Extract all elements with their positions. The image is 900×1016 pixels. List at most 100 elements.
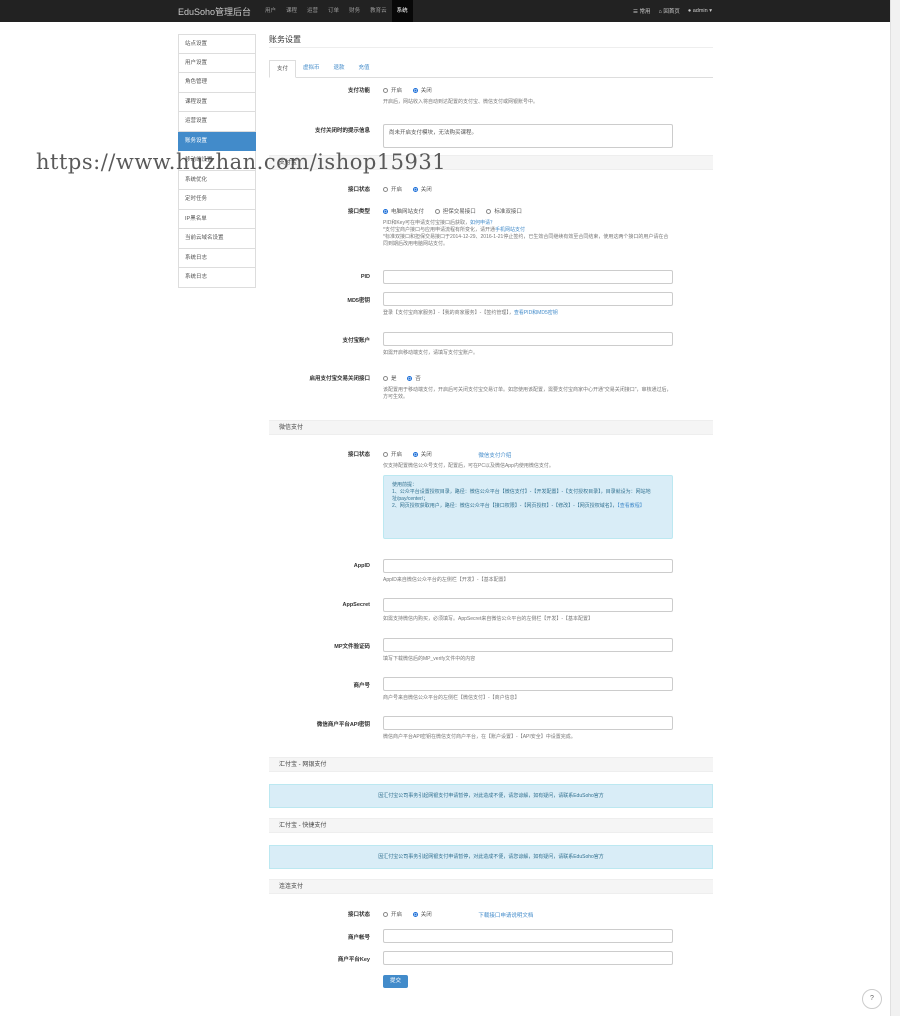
pid-label: PID xyxy=(360,274,370,280)
radio-checked-icon xyxy=(412,911,418,917)
mp-verify-label: MP文件验证码 xyxy=(334,644,370,650)
sidebar-item-roles[interactable]: 角色管理 xyxy=(178,73,256,93)
alipay-account-control: 如需开启移动端支付，请填写支付宝账户。 xyxy=(383,332,673,357)
type-dual-radio[interactable]: 标准双接口 xyxy=(486,207,522,215)
llpay-doc-link[interactable]: 下载接口申请说明文档 xyxy=(478,913,533,919)
llpay-account-input[interactable] xyxy=(383,929,673,943)
close-api-yes-radio[interactable]: 是 xyxy=(383,374,397,382)
alipay-type-help: PID和Key可在申请支付宝接口后获取，如何申请？ *支付宝商户接口与应用申请流… xyxy=(383,220,673,248)
radio-label: 开启 xyxy=(391,88,403,94)
closed-notice-control: 尚未开启支付模块，无法购买课程。 xyxy=(383,124,673,148)
wechat-off-radio[interactable]: 关闭 xyxy=(412,450,432,458)
help-text: PID和Key可在申请支付宝接口后获取， xyxy=(383,219,470,226)
mp-verify-control: 填写下载微信后的MP_verify文件中的内容 xyxy=(383,638,673,663)
llpay-account-label: 商户帐号 xyxy=(347,935,370,941)
llpay-status-control: 开启 关闭 下载接口申请说明文档 xyxy=(383,910,673,919)
wechat-section-header: 微信支付 xyxy=(269,420,713,435)
radio-label: 关闭 xyxy=(420,912,432,918)
radio-label: 是 xyxy=(391,376,397,382)
alipay-type-control: 电脑网站支付 担保交易接口 标准双接口 PID和Key可在申请支付宝接口后获取，… xyxy=(383,207,673,248)
llpay-on-radio[interactable]: 开启 xyxy=(383,910,402,918)
wechat-intro-link[interactable]: 微信支付介绍 xyxy=(478,453,511,459)
close-api-no-radio[interactable]: 否 xyxy=(407,374,421,382)
close-api-control: 是 否 该配置用于移动端支付，开启后可关闭支付宝交易订单。如您使用该配置，需要支… xyxy=(383,374,673,401)
radio-checked-icon xyxy=(383,208,388,214)
md5-input[interactable] xyxy=(383,292,673,306)
type-web-radio[interactable]: 电脑网站支付 xyxy=(383,207,424,215)
wechat-status-control: 开启 关闭 微信支付介绍 仅支持配置微信公众号支付，配置后，可在PC以及微信Ap… xyxy=(383,450,673,539)
page-scrollbar[interactable] xyxy=(890,0,900,1016)
closed-notice-textarea[interactable]: 尚未开启支付模块，无法购买课程。 xyxy=(383,124,673,148)
alipay-status-label: 接口状态 xyxy=(347,187,370,193)
alipay-type-label: 接口类型 xyxy=(347,209,370,215)
api-key-control: 微信商户平台API密钥在微信支付商户平台，在【账户设置】-【API安全】中设置完… xyxy=(383,716,673,741)
help-text: 登录【支付宝商家服务】-【我的商家服务】-【签约管理】， xyxy=(383,310,514,316)
radio-label: 开启 xyxy=(391,912,403,918)
alipay-off-radio[interactable]: 关闭 xyxy=(412,185,432,193)
sidebar-item-system-log-2[interactable]: 系统日志 xyxy=(178,268,256,288)
info-title: 使用前提： xyxy=(392,481,418,488)
sidebar-item-cloud-domain[interactable]: 当前云域名设置 xyxy=(178,229,256,249)
wechat-info-box: 使用前提： 1、公众平台设置授权目录，路径：微信公众平台【微信支付】-【开发配置… xyxy=(383,474,673,539)
llpay-account-control xyxy=(383,929,673,943)
payment-on-radio[interactable]: 开启 xyxy=(383,86,402,94)
submit-control: 提交 xyxy=(383,975,673,988)
sidebar-item-user[interactable]: 用户设置 xyxy=(178,53,256,73)
alipay-on-radio[interactable]: 开启 xyxy=(383,185,402,193)
heepay-alert: 因汇付宝公司事务引起网银支付申请暂停，对此造成不便，请您谅解，如有疑问，请联系E… xyxy=(269,784,713,808)
heepay-section-header: 汇付宝 - 网银支付 xyxy=(269,757,713,772)
mch-id-input[interactable] xyxy=(383,677,673,691)
view-pid-md5-link[interactable]: 查看PID和MD5密钥 xyxy=(514,310,558,316)
payment-control: 开启 关闭 开启后，网站收入将自动到达配置的支付宝、微信支付或网银账号中。 xyxy=(383,86,673,106)
api-key-label: 微信商户平台API密钥 xyxy=(316,722,370,728)
info-line1: 1、公众平台设置授权目录，路径：微信公众平台【微信支付】-【开发配置】-【支付授… xyxy=(392,488,651,502)
close-api-label: 启用支付宝交易关闭接口 xyxy=(309,376,370,382)
radio-checked-icon xyxy=(412,451,418,457)
radio-label: 关闭 xyxy=(420,187,432,193)
pid-input[interactable] xyxy=(383,270,673,284)
radio-checked-icon xyxy=(412,186,418,192)
appsecret-input[interactable] xyxy=(383,598,673,612)
api-key-help: 微信商户平台API密钥在微信支付商户平台，在【账户设置】-【API安全】中设置完… xyxy=(383,734,576,740)
radio-label: 标准双接口 xyxy=(494,209,522,215)
radio-icon xyxy=(383,451,388,457)
submit-button[interactable]: 提交 xyxy=(383,975,409,988)
sidebar-item-site[interactable]: 站点设置 xyxy=(178,34,256,54)
view-tutorial-link[interactable]: 【查看教程】 xyxy=(617,503,645,509)
mp-verify-help: 填写下载微信后的MP_verify文件中的内容 xyxy=(383,656,476,662)
sidebar-item-operation[interactable]: 运营设置 xyxy=(178,112,256,132)
llpay-key-input[interactable] xyxy=(383,951,673,965)
mp-verify-input[interactable] xyxy=(383,638,673,652)
mch-id-control: 商户号来自微信公众平台的左侧栏【微信支付】-【商户信息】 xyxy=(383,677,673,702)
appid-input[interactable] xyxy=(383,559,673,573)
help-icon[interactable]: ? xyxy=(862,989,882,1009)
heepay-quick-section-header: 汇付宝 - 快捷支付 xyxy=(269,818,713,833)
alipay-status-control: 开启 关闭 xyxy=(383,185,673,194)
radio-icon xyxy=(383,186,388,192)
radio-label: 担保交易接口 xyxy=(442,209,476,215)
wechat-on-radio[interactable]: 开启 xyxy=(383,450,402,458)
appsecret-control: 如需支持微信内购买，必须填写。AppSecret来自微信公众平台的左侧栏【开发】… xyxy=(383,598,673,623)
sidebar-item-system-log[interactable]: 系统日志 xyxy=(178,248,256,268)
api-key-input[interactable] xyxy=(383,716,673,730)
radio-icon xyxy=(486,208,492,214)
appsecret-label: AppSecret xyxy=(342,602,370,608)
sidebar-item-cron[interactable]: 定时任务 xyxy=(178,190,256,210)
radio-checked-icon xyxy=(412,87,418,93)
radio-label: 关闭 xyxy=(420,452,432,458)
mobile-pay-link[interactable]: 手机网站支付 xyxy=(495,227,525,233)
brand-logo[interactable]: EduSoho管理后台 xyxy=(178,5,251,18)
radio-icon xyxy=(383,375,388,381)
sidebar-item-finance[interactable]: 账务设置 xyxy=(178,131,256,151)
appid-control: AppID来自微信公众平台的左侧栏【开发】-【基本配置】 xyxy=(383,559,673,584)
alipay-account-input[interactable] xyxy=(383,332,673,346)
heepay-quick-alert: 因汇付宝公司事务引起网银支付申请暂停，对此造成不便，请您谅解，如有疑问，请联系E… xyxy=(269,845,713,869)
sidebar-item-course[interactable]: 课程设置 xyxy=(178,92,256,112)
mch-id-help: 商户号来自微信公众平台的左侧栏【微信支付】-【商户信息】 xyxy=(383,695,520,701)
llpay-off-radio[interactable]: 关闭 xyxy=(412,910,432,918)
md5-help: 登录【支付宝商家服务】-【我的商家服务】-【签约管理】，查看PID和MD5密钥 xyxy=(383,310,673,317)
how-to-apply-link[interactable]: 如何申请？ xyxy=(470,220,495,226)
type-guarantee-radio[interactable]: 担保交易接口 xyxy=(434,207,476,215)
payment-off-radio[interactable]: 关闭 xyxy=(412,86,432,94)
sidebar-item-ip-blacklist[interactable]: IP黑名单 xyxy=(178,209,256,229)
